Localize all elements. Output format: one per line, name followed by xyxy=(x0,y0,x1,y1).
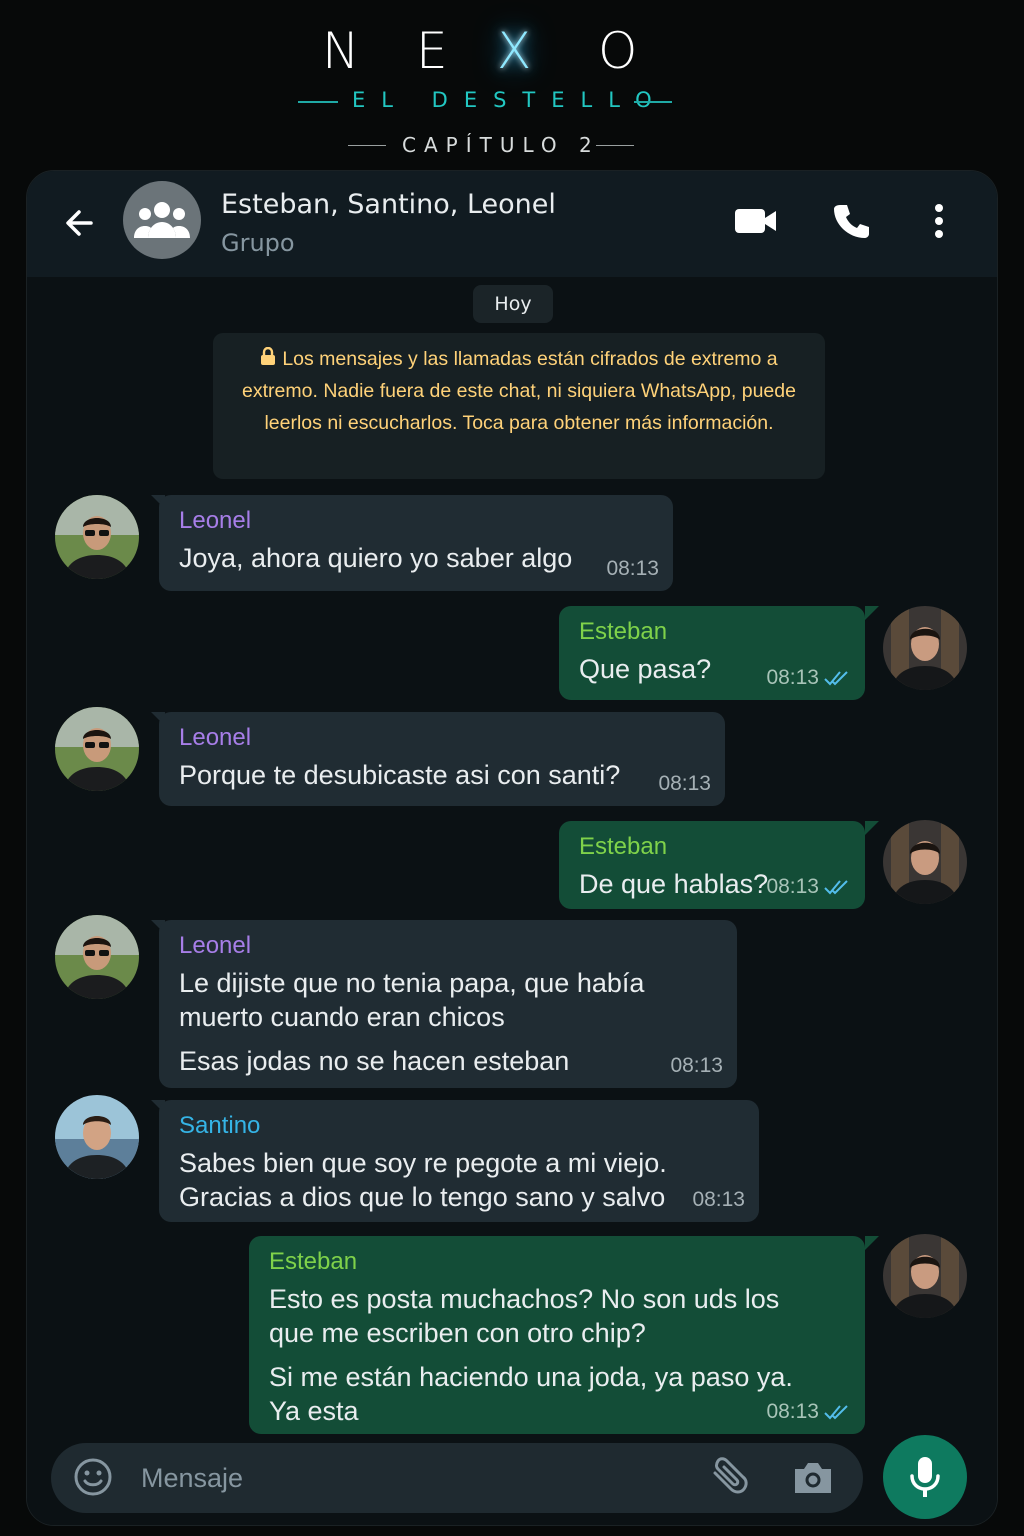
more-vert-icon[interactable] xyxy=(929,201,949,245)
brand-letter: N xyxy=(322,22,360,80)
mic-button[interactable] xyxy=(883,1435,967,1519)
avatar-leonel[interactable] xyxy=(55,707,139,791)
camera-icon[interactable] xyxy=(791,1457,835,1501)
day-divider: Hoy xyxy=(473,285,553,323)
message-status: 08:13 xyxy=(766,666,851,690)
arrow-left-icon[interactable] xyxy=(61,205,97,241)
chat-area[interactable]: Hoy Los mensajes y las llamadas están ci… xyxy=(27,277,997,1525)
message-time: 08:13 xyxy=(670,1054,723,1077)
message-status: 08:13 xyxy=(766,875,851,899)
chat-subtitle: Grupo xyxy=(221,229,295,257)
message-status: 08:13 xyxy=(766,1400,851,1424)
message-sender: Esteban xyxy=(579,833,668,860)
message-bubble[interactable]: Esteban Que pasa? 08:13 xyxy=(559,606,865,700)
message-sender: Esteban xyxy=(579,618,668,645)
message-bubble[interactable]: Leonel Joya, ahora quiero yo saber algo … xyxy=(159,495,673,591)
chat-header: Esteban, Santino, Leonel Grupo xyxy=(27,171,997,277)
emoji-icon[interactable] xyxy=(73,1457,113,1501)
voice-call-icon[interactable] xyxy=(831,201,871,245)
lock-icon xyxy=(261,347,276,365)
encryption-notice-text: Los mensajes y las llamadas están cifrad… xyxy=(242,348,796,434)
message-composer xyxy=(51,1443,863,1513)
message-text: Le dijiste que no tenia papa, que había xyxy=(179,968,645,998)
message-text: Esas jodas no se hacen esteban xyxy=(179,1046,570,1076)
avatar-leonel[interactable] xyxy=(55,915,139,999)
message-bubble[interactable]: Santino Sabes bien que soy re pegote a m… xyxy=(159,1100,759,1222)
brand-letter: O xyxy=(598,22,638,80)
bubble-tail xyxy=(865,606,879,620)
message-time: 08:13 xyxy=(606,557,659,580)
read-ticks-icon xyxy=(824,880,848,895)
message-text: Ya esta xyxy=(269,1396,359,1426)
message-time: 08:13 xyxy=(766,875,819,898)
divider xyxy=(634,101,672,103)
message-time: 08:13 xyxy=(766,666,819,689)
chapter-text: CAPÍTULO 2 xyxy=(402,133,600,157)
poster-header: N E X O EL DESTELLO CAPÍTULO 2 xyxy=(0,0,1024,170)
brand-letter: X xyxy=(497,22,532,80)
message-bubble[interactable]: Esteban Esto es posta muchachos? No son … xyxy=(249,1236,865,1434)
message-time: 08:13 xyxy=(766,1400,819,1423)
message-bubble[interactable]: Leonel Porque te desubicaste asi con san… xyxy=(159,712,725,806)
message-text: que me escriben con otro chip? xyxy=(269,1318,646,1348)
read-ticks-icon xyxy=(824,1405,848,1420)
message-time: 08:13 xyxy=(658,772,711,795)
bubble-tail xyxy=(865,1236,879,1250)
message-text: Joya, ahora quiero yo saber algo xyxy=(179,543,573,573)
message-text: Sabes bien que soy re pegote a mi viejo. xyxy=(179,1148,667,1178)
message-text: Gracias a dios que lo tengo sano y salvo xyxy=(179,1182,666,1212)
avatar-esteban[interactable] xyxy=(883,606,967,690)
attach-icon[interactable] xyxy=(707,1457,751,1501)
message-text: Si me están haciendo una joda, ya paso y… xyxy=(269,1362,793,1392)
avatar-leonel[interactable] xyxy=(55,495,139,579)
read-ticks-icon xyxy=(824,671,848,686)
group-icon xyxy=(134,202,190,238)
phone-frame: Esteban, Santino, Leonel Grupo Hoy Los m… xyxy=(26,170,998,1526)
chat-title[interactable]: Esteban, Santino, Leonel xyxy=(221,189,556,220)
message-sender: Leonel xyxy=(179,507,252,534)
avatar-santino[interactable] xyxy=(55,1095,139,1179)
message-text: muerto cuando eran chicos xyxy=(179,1002,505,1032)
mic-icon xyxy=(910,1457,940,1497)
message-bubble[interactable]: Esteban De que hablas? 08:13 xyxy=(559,821,865,909)
avatar-esteban[interactable] xyxy=(883,820,967,904)
divider xyxy=(298,101,338,103)
bubble-tail xyxy=(865,821,879,835)
group-avatar[interactable] xyxy=(123,181,201,259)
divider xyxy=(348,145,386,146)
message-text: Esto es posta muchachos? No son uds los xyxy=(269,1284,780,1314)
message-sender: Esteban xyxy=(269,1248,358,1275)
brand-letter: E xyxy=(416,22,448,80)
encryption-notice[interactable]: Los mensajes y las llamadas están cifrad… xyxy=(213,333,825,479)
message-sender: Santino xyxy=(179,1112,261,1139)
divider xyxy=(596,145,634,146)
message-sender: Leonel xyxy=(179,932,252,959)
avatar-esteban[interactable] xyxy=(883,1234,967,1318)
message-input[interactable] xyxy=(141,1455,661,1501)
video-call-icon[interactable] xyxy=(733,205,779,241)
message-time: 08:13 xyxy=(692,1188,745,1211)
subtitle-text: EL DESTELLO xyxy=(352,88,668,112)
message-text: Porque te desubicaste asi con santi? xyxy=(179,760,621,790)
message-bubble[interactable]: Leonel Le dijiste que no tenia papa, que… xyxy=(159,920,737,1088)
message-sender: Leonel xyxy=(179,724,252,751)
